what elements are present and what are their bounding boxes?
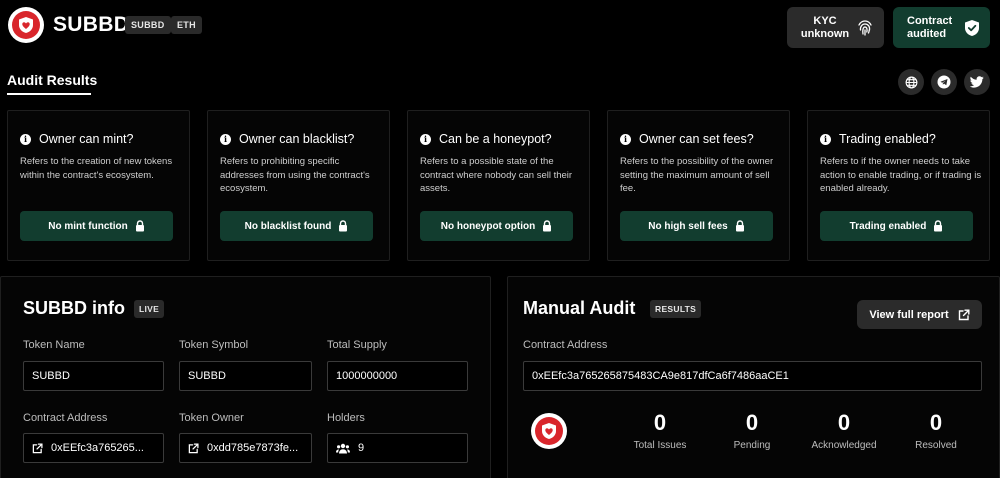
token-info-title: SUBBD info — [23, 298, 125, 318]
check-description: Refers to a possible state of the contra… — [420, 156, 573, 194]
manual-audit-title: Manual Audit — [523, 298, 636, 318]
stat-value: 0 — [745, 410, 759, 435]
token-owner-field[interactable]: 0xdd785e7873fe... — [179, 433, 312, 463]
stat-total-issues: 0 Total Issues — [620, 410, 700, 451]
check-title: Owner can mint? — [39, 132, 134, 146]
token-name-value: SUBBD — [32, 370, 70, 382]
users-icon — [336, 443, 350, 453]
check-title: Owner can blacklist? — [239, 132, 355, 146]
info-icon: i — [220, 133, 231, 145]
check-title: Trading enabled? — [839, 132, 936, 146]
contract-address-field[interactable]: 0xEEfc3a765265... — [23, 433, 164, 463]
external-link-icon — [32, 442, 43, 453]
lock-icon — [339, 220, 348, 232]
check-result: No blacklist found — [244, 220, 332, 232]
stat-acknowledged: 0 Acknowledged — [804, 410, 884, 451]
lock-icon — [543, 220, 552, 232]
token-symbol-value: SUBBD — [188, 370, 226, 382]
lock-icon — [934, 220, 943, 232]
info-icon: i — [820, 133, 831, 145]
holders-field[interactable]: 9 — [327, 433, 468, 463]
brand-logo — [8, 7, 44, 43]
stat-value: 0 — [653, 410, 667, 435]
shield-heart-icon — [19, 17, 33, 33]
manual-contract-address-value: 0xEEfc3a765265875483CA9e817dfCa6f7486aaC… — [532, 370, 789, 382]
check-description: Refers to the creation of new tokens wit… — [20, 156, 173, 181]
token-name-label: Token Name — [23, 339, 85, 351]
check-result-badge: Trading enabled — [820, 211, 973, 241]
manual-contract-address-label: Contract Address — [523, 339, 608, 351]
holders-label: Holders — [327, 412, 365, 424]
token-owner-label: Token Owner — [179, 412, 244, 424]
website-link[interactable] — [898, 69, 924, 95]
tab-active-indicator — [7, 93, 91, 95]
lock-icon — [735, 220, 744, 232]
results-badge: RESULTS — [650, 300, 702, 318]
external-link-icon — [188, 442, 199, 453]
kyc-status-button[interactable]: KYC unknown — [787, 7, 884, 48]
token-owner-value: 0xdd785e7873fe... — [207, 442, 299, 454]
check-card-fees: i Owner can set fees? Refers to the possi… — [607, 110, 790, 261]
info-icon: i — [20, 133, 31, 145]
stat-value: 0 — [929, 410, 943, 435]
fingerprint-icon — [858, 19, 872, 36]
audited-label: Contract audited — [907, 14, 953, 40]
tab-audit-results[interactable]: Audit Results — [7, 72, 97, 88]
check-result-badge: No high sell fees — [620, 211, 773, 241]
check-description: Refers to the possibility of the owner s… — [620, 156, 774, 194]
twitter-link[interactable] — [964, 69, 990, 95]
shield-heart-icon — [542, 423, 556, 439]
lock-icon — [135, 220, 144, 232]
info-icon: i — [620, 133, 631, 145]
check-result-badge: No honeypot option — [420, 211, 573, 241]
telegram-icon — [937, 75, 951, 89]
total-supply-label: Total Supply — [327, 339, 387, 351]
stat-label: Pending — [733, 440, 771, 451]
check-result: No honeypot option — [440, 220, 536, 232]
symbol-tag: SUBBD — [125, 16, 171, 34]
check-result: No high sell fees — [648, 220, 728, 232]
brand-name: SUBBD — [53, 13, 130, 36]
contract-audited-button[interactable]: Contract audited — [893, 7, 990, 48]
kyc-label: KYC unknown — [800, 14, 850, 40]
total-supply-value: 1000000000 — [336, 370, 398, 382]
stat-label: Resolved — [915, 440, 957, 451]
check-description: Refers to prohibiting specific addresses… — [220, 156, 370, 194]
external-link-icon — [958, 309, 970, 320]
manual-contract-address-field[interactable]: 0xEEfc3a765265875483CA9e817dfCa6f7486aaC… — [523, 361, 982, 391]
check-card-blacklist: i Owner can blacklist? Refers to prohibit… — [207, 110, 390, 261]
stat-pending: 0 Pending — [712, 410, 792, 451]
check-description: Refers to if the owner needs to take act… — [820, 156, 982, 194]
stat-label: Acknowledged — [811, 440, 877, 451]
check-result-badge: No mint function — [20, 211, 173, 241]
holders-value: 9 — [358, 442, 365, 454]
contract-address-value: 0xEEfc3a765265... — [51, 442, 144, 454]
stat-label: Total Issues — [633, 440, 687, 451]
check-title: Can be a honeypot? — [439, 132, 552, 146]
contract-address-label: Contract Address — [23, 412, 108, 424]
token-symbol-field[interactable]: SUBBD — [179, 361, 312, 391]
audit-brand-logo — [531, 413, 567, 449]
check-card-trading: i Trading enabled? Refers to if the owner… — [807, 110, 990, 261]
token-symbol-label: Token Symbol — [179, 339, 249, 351]
info-icon: i — [420, 133, 431, 145]
telegram-link[interactable] — [931, 69, 957, 95]
token-name-field[interactable]: SUBBD — [23, 361, 164, 391]
chain-tag: ETH — [171, 16, 202, 34]
shield-check-icon — [965, 19, 979, 36]
globe-icon — [905, 76, 917, 88]
check-result: No mint function — [48, 220, 128, 232]
check-result: Trading enabled — [849, 220, 927, 232]
stat-resolved: 0 Resolved — [896, 410, 976, 451]
view-full-report-button[interactable]: View full report — [857, 300, 982, 329]
stat-value: 0 — [837, 410, 851, 435]
view-full-report-label: View full report — [869, 308, 949, 321]
check-title: Owner can set fees? — [639, 132, 754, 146]
twitter-icon — [970, 76, 984, 88]
check-card-honeypot: i Can be a honeypot? Refers to a possible… — [407, 110, 590, 261]
check-card-mint: i Owner can mint? Refers to the creation … — [7, 110, 190, 261]
total-supply-field[interactable]: 1000000000 — [327, 361, 468, 391]
live-badge: LIVE — [134, 300, 165, 318]
check-result-badge: No blacklist found — [220, 211, 373, 241]
